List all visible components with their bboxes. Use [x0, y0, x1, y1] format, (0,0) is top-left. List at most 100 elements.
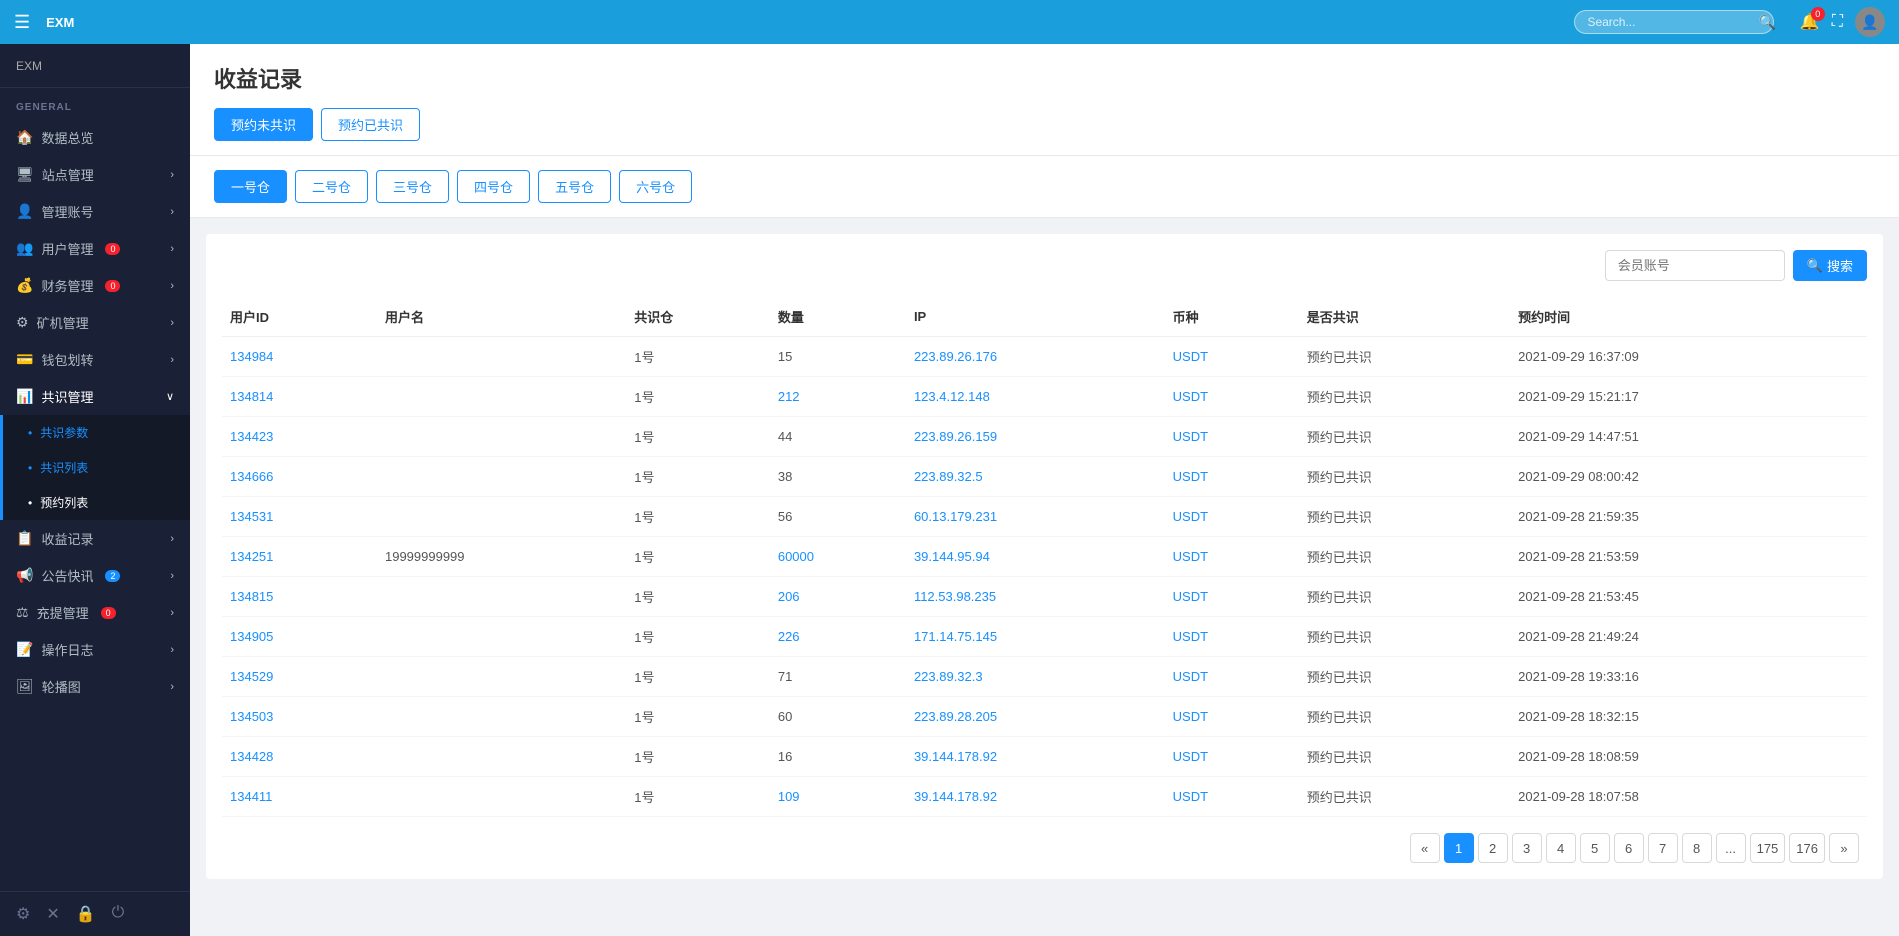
user-icon: 👤 — [16, 203, 33, 220]
sidebar-label-operation: 操作日志 — [41, 640, 93, 659]
finance-badge: 0 — [105, 280, 120, 292]
pagination-page-1[interactable]: 1 — [1444, 833, 1474, 863]
warehouse-tab-6[interactable]: 六号仓 — [619, 170, 692, 203]
sidebar-item-recharge[interactable]: ⚖ 充提管理 0 › — [0, 594, 190, 631]
warehouse-tab-4[interactable]: 四号仓 — [457, 170, 530, 203]
search-icon[interactable]: 🔍 — [1758, 14, 1775, 31]
cell-ip[interactable]: 112.53.98.235 — [906, 577, 1165, 617]
cell-ip[interactable]: 223.89.32.5 — [906, 457, 1165, 497]
table-row: 134814 1号 212 123.4.12.148 USDT 预约已共识 20… — [222, 377, 1867, 417]
cell-ip[interactable]: 39.144.178.92 — [906, 737, 1165, 777]
table-row: 134428 1号 16 39.144.178.92 USDT 预约已共识 20… — [222, 737, 1867, 777]
cell-username — [377, 737, 626, 777]
hamburger-icon[interactable]: ☰ — [14, 12, 30, 33]
pagination-page-5[interactable]: 5 — [1580, 833, 1610, 863]
home-icon: 🏠 — [16, 129, 33, 146]
sidebar-item-wallet[interactable]: 💳 钱包划转 › — [0, 341, 190, 378]
cell-username — [377, 337, 626, 377]
cell-ip[interactable]: 171.14.75.145 — [906, 617, 1165, 657]
cell-is-consensus: 预约已共识 — [1299, 377, 1510, 417]
pagination-page-7[interactable]: 7 — [1648, 833, 1678, 863]
sidebar-item-notice[interactable]: 📢 公告快讯 2 › — [0, 557, 190, 594]
sidebar-item-consensus-list[interactable]: • 共识列表 — [0, 450, 190, 485]
sidebar-item-consensus[interactable]: 📊 共识管理 ∨ — [0, 378, 190, 415]
pagination-page-176[interactable]: 176 — [1789, 833, 1825, 863]
cell-user-id[interactable]: 134815 — [222, 577, 377, 617]
pagination-page-4[interactable]: 4 — [1546, 833, 1576, 863]
lock-icon[interactable]: 🔒 — [76, 904, 96, 924]
sidebar-item-consensus-params[interactable]: • 共识参数 — [0, 415, 190, 450]
cell-is-consensus: 预约已共识 — [1299, 577, 1510, 617]
sidebar-item-income[interactable]: 📋 收益记录 › — [0, 520, 190, 557]
cell-user-id[interactable]: 134905 — [222, 617, 377, 657]
cell-user-id[interactable]: 134666 — [222, 457, 377, 497]
cell-time: 2021-09-28 19:33:16 — [1510, 657, 1867, 697]
sidebar-item-station[interactable]: 🖥 站点管理 › — [0, 156, 190, 193]
cell-ip[interactable]: 223.89.32.3 — [906, 657, 1165, 697]
pagination-page-8[interactable]: 8 — [1682, 833, 1712, 863]
tab-unconfirmed[interactable]: 预约未共识 — [214, 108, 313, 141]
search-button[interactable]: 🔍 搜索 — [1793, 250, 1867, 281]
cell-ip[interactable]: 39.144.95.94 — [906, 537, 1165, 577]
cell-quantity: 226 — [770, 617, 906, 657]
cell-ip[interactable]: 60.13.179.231 — [906, 497, 1165, 537]
sidebar-item-finance[interactable]: 💰 财务管理 0 › — [0, 267, 190, 304]
cell-user-id[interactable]: 134423 — [222, 417, 377, 457]
avatar[interactable]: 👤 — [1855, 7, 1885, 37]
pagination: « 1 2 3 4 5 6 7 8 ... 175 176 » — [222, 817, 1867, 863]
cell-currency: USDT — [1165, 577, 1299, 617]
warehouse-tab-1[interactable]: 一号仓 — [214, 170, 287, 203]
cell-time: 2021-09-28 18:32:15 — [1510, 697, 1867, 737]
cell-is-consensus: 预约已共识 — [1299, 337, 1510, 377]
cell-ip[interactable]: 223.89.26.159 — [906, 417, 1165, 457]
sidebar-item-admin[interactable]: 👤 管理账号 › — [0, 193, 190, 230]
pagination-page-6[interactable]: 6 — [1614, 833, 1644, 863]
col-user-id: 用户ID — [222, 297, 377, 337]
sidebar-item-dashboard[interactable]: 🏠 数据总览 — [0, 119, 190, 156]
warehouse-tab-3[interactable]: 三号仓 — [376, 170, 449, 203]
warehouse-tab-2[interactable]: 二号仓 — [295, 170, 368, 203]
notification-icon[interactable]: 🔔 0 — [1800, 12, 1820, 32]
settings-icon[interactable]: ⚙ — [16, 904, 30, 924]
submenu-dot-reservation: • — [28, 496, 32, 510]
sidebar-label-users: 用户管理 — [41, 239, 93, 258]
cell-quantity: 38 — [770, 457, 906, 497]
expand-icon[interactable]: ⛶ — [1832, 13, 1843, 31]
member-search-input[interactable] — [1605, 250, 1785, 281]
cell-user-id[interactable]: 134411 — [222, 777, 377, 817]
sidebar-item-banner[interactable]: 🖼 轮播图 › — [0, 668, 190, 705]
sidebar-item-miner[interactable]: ⚙ 矿机管理 › — [0, 304, 190, 341]
sidebar-item-operation[interactable]: 📝 操作日志 › — [0, 631, 190, 668]
power-icon[interactable]: ⏻ — [112, 904, 125, 924]
pagination-page-2[interactable]: 2 — [1478, 833, 1508, 863]
cell-username — [377, 777, 626, 817]
cell-user-id[interactable]: 134428 — [222, 737, 377, 777]
table-row: 134666 1号 38 223.89.32.5 USDT 预约已共识 2021… — [222, 457, 1867, 497]
notice-badge: 2 — [105, 570, 120, 582]
cell-user-id[interactable]: 134814 — [222, 377, 377, 417]
cell-ip[interactable]: 123.4.12.148 — [906, 377, 1165, 417]
cell-user-id[interactable]: 134503 — [222, 697, 377, 737]
pagination-next[interactable]: » — [1829, 833, 1859, 863]
cell-is-consensus: 预约已共识 — [1299, 657, 1510, 697]
pagination-page-3[interactable]: 3 — [1512, 833, 1542, 863]
pagination-prev[interactable]: « — [1410, 833, 1440, 863]
cell-time: 2021-09-28 18:07:58 — [1510, 777, 1867, 817]
cell-user-id[interactable]: 134984 — [222, 337, 377, 377]
cell-ip[interactable]: 39.144.178.92 — [906, 777, 1165, 817]
cell-ip[interactable]: 223.89.28.205 — [906, 697, 1165, 737]
sidebar-item-users[interactable]: 👥 用户管理 0 › — [0, 230, 190, 267]
cell-user-id[interactable]: 134529 — [222, 657, 377, 697]
cell-user-id[interactable]: 134251 — [222, 537, 377, 577]
cell-quantity: 44 — [770, 417, 906, 457]
close-icon[interactable]: ✕ — [46, 904, 59, 924]
pagination-page-175[interactable]: 175 — [1750, 833, 1786, 863]
search-input[interactable] — [1574, 10, 1774, 34]
tab-confirmed[interactable]: 预约已共识 — [321, 108, 420, 141]
col-warehouse: 共识仓 — [626, 297, 770, 337]
cell-ip[interactable]: 223.89.26.176 — [906, 337, 1165, 377]
sidebar-item-reservation-list[interactable]: • 预约列表 — [0, 485, 190, 520]
sidebar-label-reservation-list: 预约列表 — [40, 494, 88, 511]
cell-user-id[interactable]: 134531 — [222, 497, 377, 537]
warehouse-tab-5[interactable]: 五号仓 — [538, 170, 611, 203]
